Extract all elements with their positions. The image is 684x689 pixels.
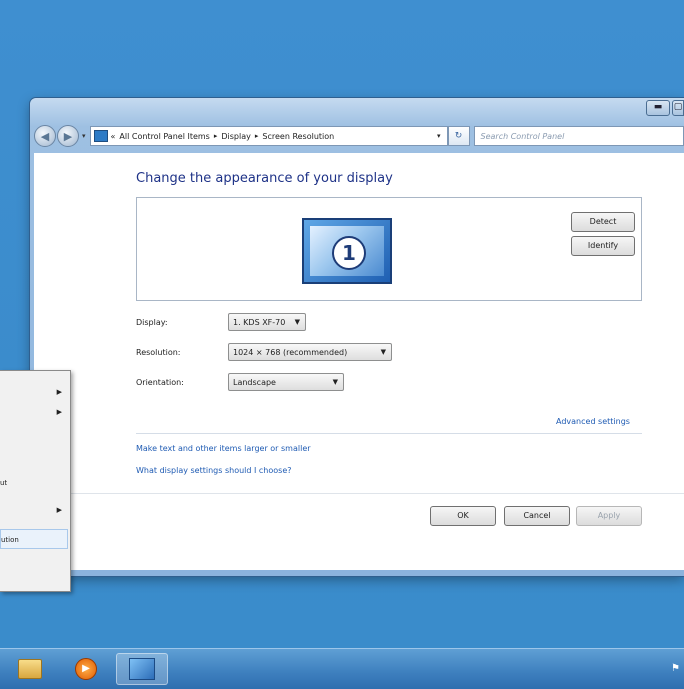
text-size-link[interactable]: Make text and other items larger or smal…	[136, 444, 311, 453]
breadcrumb-display[interactable]: Display	[221, 132, 251, 141]
display-row: Display: 1. KDS XF-70 ▼	[136, 313, 306, 331]
address-bar[interactable]: « All Control Panel Items ▸ Display ▸ Sc…	[89, 126, 448, 146]
address-dropdown-icon[interactable]: ▾	[437, 132, 441, 140]
resolution-label: Resolution:	[136, 347, 181, 357]
control-panel-icon	[129, 658, 155, 680]
display-help-link[interactable]: What display settings should I choose?	[136, 466, 292, 475]
refresh-button[interactable]: ↻	[447, 126, 470, 146]
orientation-row: Orientation: Landscape ▼	[136, 373, 344, 391]
orientation-select[interactable]: Landscape ▼	[228, 373, 344, 391]
monitor-number: 1	[332, 236, 366, 270]
context-menu-item[interactable]: ▶	[0, 501, 68, 521]
recent-pages-dropdown[interactable]: ▾	[82, 132, 86, 140]
refresh-icon: ↻	[454, 131, 463, 141]
desktop: ▬ ▢ ◀ ▶ ▾ « All Control Panel Items ▸ Di…	[0, 0, 684, 689]
divider	[136, 433, 642, 434]
search-input[interactable]: Search Control Panel	[473, 126, 684, 146]
forward-arrow-icon: ▶	[63, 129, 73, 143]
display-value: 1. KDS XF-70	[233, 317, 286, 327]
submenu-arrow-icon: ▶	[56, 506, 62, 514]
resolution-value: 1024 × 768 (recommended)	[233, 347, 348, 357]
taskbar-media-player[interactable]: ▶	[60, 653, 112, 685]
ok-button[interactable]: OK	[430, 506, 496, 526]
orientation-value: Landscape	[233, 377, 276, 387]
address-prefix: «	[110, 131, 116, 141]
display-label: Display:	[136, 317, 168, 327]
breadcrumb-all-items[interactable]: All Control Panel Items	[119, 132, 209, 141]
chevron-down-icon: ▼	[332, 378, 338, 386]
display-preview: 1 Detect Identify	[136, 197, 642, 301]
apply-button[interactable]: Apply	[576, 506, 642, 526]
taskbar-control-panel[interactable]	[116, 653, 168, 685]
screen-resolution-window: ▬ ▢ ◀ ▶ ▾ « All Control Panel Items ▸ Di…	[30, 98, 684, 576]
context-menu-item[interactable]: ▶	[0, 383, 68, 403]
taskbar-file-explorer[interactable]	[4, 653, 56, 685]
maximize-button[interactable]: ▢	[672, 100, 684, 116]
search-placeholder: Search Control Panel	[480, 131, 565, 141]
context-menu-item-label: ution	[1, 536, 19, 544]
content-area: Change the appearance of your display 1 …	[34, 153, 684, 570]
orientation-label: Orientation:	[136, 377, 184, 387]
submenu-arrow-icon: ▶	[56, 388, 62, 396]
chevron-down-icon: ▼	[294, 318, 300, 326]
file-explorer-icon	[18, 659, 42, 679]
minimize-button[interactable]: ▬	[646, 100, 670, 116]
back-arrow-icon: ◀	[40, 129, 50, 143]
forward-button[interactable]: ▶	[57, 125, 79, 147]
page-title: Change the appearance of your display	[136, 171, 393, 186]
media-player-icon: ▶	[75, 658, 97, 680]
context-menu-item[interactable]: ▶	[0, 403, 68, 423]
desktop-context-menu: ▶ ▶ ut ▶ ution	[0, 370, 71, 592]
context-menu-item-screen-resolution[interactable]: ution	[0, 529, 68, 549]
resolution-select[interactable]: 1024 × 768 (recommended) ▼	[228, 343, 392, 361]
footer-divider	[34, 493, 684, 494]
taskbar: ▶ ⚑	[0, 648, 684, 689]
control-panel-icon	[93, 130, 108, 142]
breadcrumb-separator[interactable]: ▸	[255, 132, 259, 140]
resolution-row: Resolution: 1024 × 768 (recommended) ▼	[136, 343, 392, 361]
navigation-bar: ◀ ▶ ▾ « All Control Panel Items ▸ Displa…	[34, 122, 684, 150]
submenu-arrow-icon: ▶	[56, 408, 62, 416]
breadcrumb-separator[interactable]: ▸	[214, 132, 218, 140]
action-center-flag-icon[interactable]: ⚑	[671, 663, 680, 674]
back-button[interactable]: ◀	[34, 125, 56, 147]
advanced-settings-link[interactable]: Advanced settings	[556, 417, 630, 426]
breadcrumb-screen-resolution[interactable]: Screen Resolution	[262, 132, 334, 141]
identify-button[interactable]: Identify	[571, 236, 635, 256]
display-select[interactable]: 1. KDS XF-70 ▼	[228, 313, 306, 331]
context-menu-item[interactable]: ut	[0, 473, 68, 493]
window-controls: ▬ ▢	[644, 100, 684, 116]
detect-button[interactable]: Detect	[571, 212, 635, 232]
monitor-icon[interactable]: 1	[302, 218, 392, 284]
context-menu-item-label: ut	[0, 479, 8, 487]
cancel-button[interactable]: Cancel	[504, 506, 570, 526]
chevron-down-icon: ▼	[380, 348, 386, 356]
